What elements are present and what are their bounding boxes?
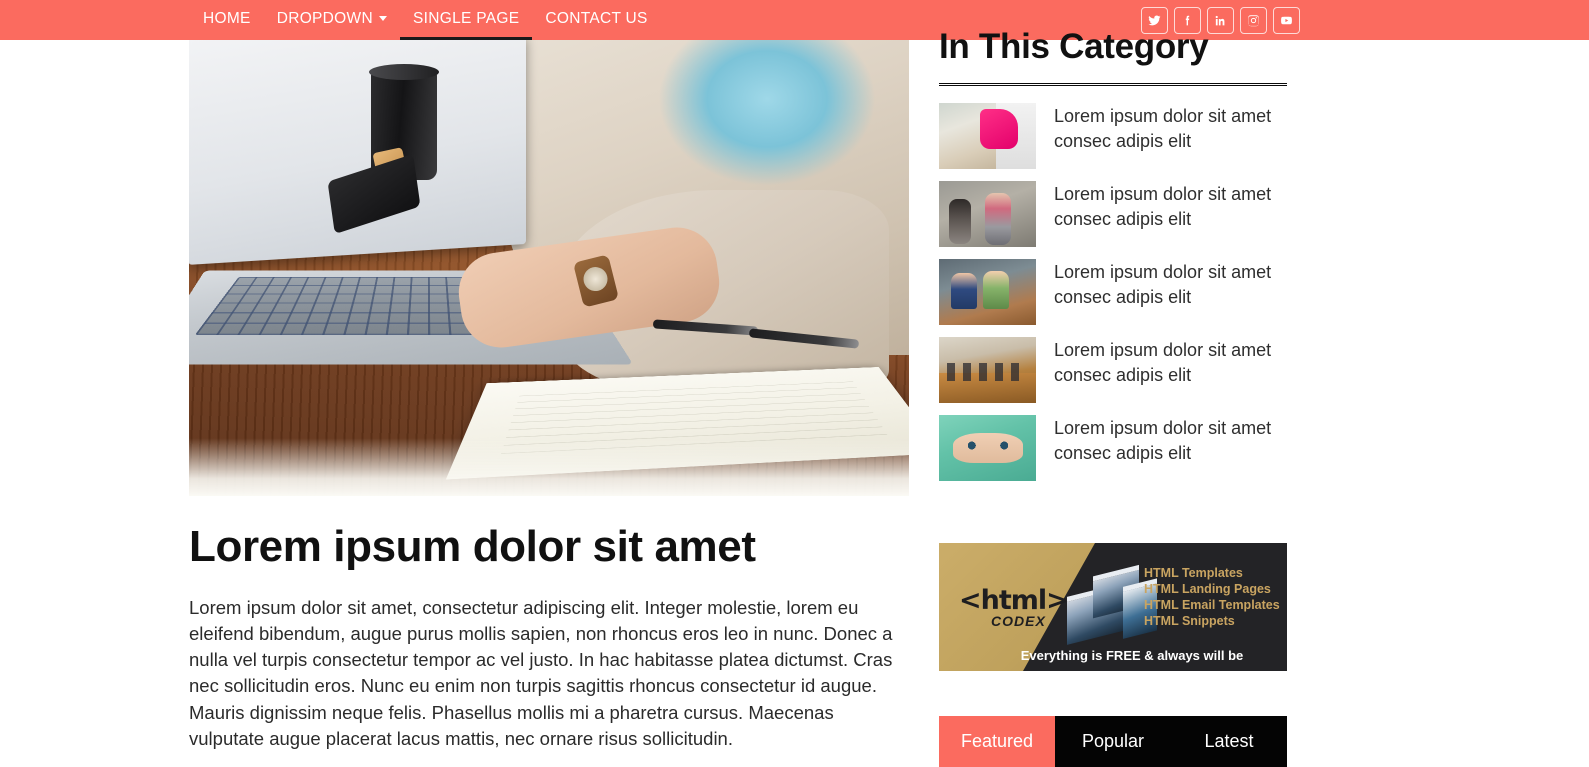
youtube-icon: [1280, 14, 1293, 27]
tab-featured[interactable]: Featured: [939, 716, 1055, 767]
list-item[interactable]: Lorem ipsum dolor sit amet consec adipis…: [939, 102, 1287, 169]
nav-item-label: SINGLE PAGE: [412, 9, 520, 27]
nav-item-label: DROPDOWN: [276, 9, 373, 27]
facebook-icon: [1181, 14, 1194, 27]
twitter-icon: [1148, 14, 1161, 27]
sidebar-heading-divider: [939, 82, 1287, 86]
ad-logo-text: <html>: [959, 585, 1069, 616]
thumbnail-image: [939, 258, 1036, 325]
nav-item-label: HOME: [203, 9, 251, 27]
list-item-label: Lorem ipsum dolor sit amet consec adipis…: [1054, 339, 1272, 386]
thumbnail-image: [939, 102, 1036, 169]
ad-feature-item: HTML Templates: [1144, 566, 1243, 580]
sidebar-heading: In This Category: [939, 27, 1209, 66]
tab-latest[interactable]: Latest: [1171, 716, 1287, 767]
ad-footer-text: Everything is FREE & always will be: [1020, 648, 1244, 663]
list-item[interactable]: Lorem ipsum dolor sit amet consec adipis…: [939, 258, 1287, 325]
list-item-label: Lorem ipsum dolor sit amet consec adipis…: [1054, 183, 1272, 230]
list-item-label: Lorem ipsum dolor sit amet consec adipis…: [1054, 105, 1272, 152]
ad-feature-item: HTML Email Templates: [1144, 598, 1280, 612]
top-navbar: HOME DROPDOWN SINGLE PAGE CONTACT US: [0, 0, 1589, 40]
primary-nav: HOME DROPDOWN SINGLE PAGE CONTACT US: [190, 0, 661, 40]
nav-item-single-page[interactable]: SINGLE PAGE: [399, 0, 533, 40]
tab-label: Popular: [1081, 731, 1145, 751]
list-item[interactable]: Lorem ipsum dolor sit amet consec adipis…: [939, 180, 1287, 247]
tab-label: Latest: [1204, 731, 1254, 751]
article-hero-image: [189, 40, 909, 496]
laptop-screen: [189, 40, 527, 265]
tab-label: Featured: [960, 731, 1034, 751]
ad-feature-item: HTML Snippets: [1144, 614, 1235, 628]
ad-feature-item: HTML Landing Pages: [1144, 582, 1271, 596]
list-item-label: Lorem ipsum dolor sit amet consec adipis…: [1054, 261, 1272, 308]
ad-banner[interactable]: <html> CODEX HTML Templates HTML Landing…: [939, 543, 1287, 671]
image-bottom-fade: [189, 438, 909, 496]
ad-logo-subtext: CODEX: [991, 613, 1046, 629]
ad-feature-list: HTML Templates HTML Landing Pages HTML E…: [1144, 565, 1280, 629]
list-item-label: Lorem ipsum dolor sit amet consec adipis…: [1054, 417, 1272, 464]
nav-item-home[interactable]: HOME: [190, 0, 264, 40]
article-body-text: Lorem ipsum dolor sit amet, consectetur …: [189, 596, 893, 749]
nav-item-contact-us[interactable]: CONTACT US: [532, 0, 660, 40]
thumbnail-image: [939, 336, 1036, 403]
category-list: Lorem ipsum dolor sit amet consec adipis…: [939, 102, 1287, 481]
chevron-down-icon: [378, 16, 387, 21]
linkedin-icon: [1214, 14, 1227, 27]
thumbnail-image: [939, 180, 1036, 247]
thumbnail-image: [939, 414, 1036, 481]
sidebar: In This Category Lorem ipsum dolor sit a…: [939, 27, 1287, 493]
tab-popular[interactable]: Popular: [1055, 716, 1171, 767]
nav-item-label: CONTACT US: [545, 9, 648, 27]
article-column: Lorem ipsum dolor sit amet Lorem ipsum d…: [189, 40, 909, 752]
widget-tabbar: Featured Popular Latest: [939, 716, 1287, 767]
instagram-icon: [1247, 14, 1260, 27]
list-item[interactable]: Lorem ipsum dolor sit amet consec adipis…: [939, 414, 1287, 481]
nav-item-dropdown[interactable]: DROPDOWN: [264, 0, 400, 40]
page-title: Lorem ipsum dolor sit amet: [189, 522, 756, 571]
list-item[interactable]: Lorem ipsum dolor sit amet consec adipis…: [939, 336, 1287, 403]
